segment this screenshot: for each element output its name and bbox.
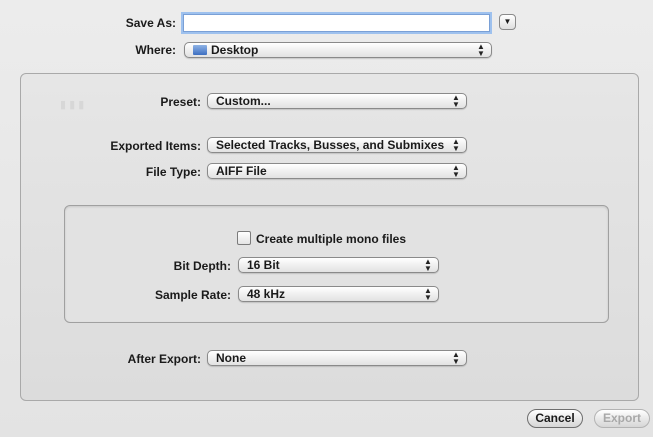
after-export-popup[interactable]: None ▲ ▼	[207, 350, 467, 366]
chevron-down-icon: ▼	[503, 17, 512, 26]
where-popup[interactable]: Desktop ▲ ▼	[184, 42, 492, 58]
save-as-input[interactable]	[183, 14, 490, 32]
popup-arrows-icon: ▲ ▼	[452, 93, 460, 109]
export-sheet: Save As: ▼ Where: Desktop ▲ ▼ ▮ ▮ ▮ Prese…	[0, 0, 653, 437]
preset-label: Preset:	[160, 95, 201, 109]
file-type-value: AIFF File	[216, 164, 267, 178]
folder-icon	[193, 45, 207, 55]
bit-depth-popup[interactable]: 16 Bit ▲ ▼	[238, 257, 439, 273]
after-export-value: None	[216, 351, 246, 365]
sample-rate-value: 48 kHz	[247, 287, 286, 301]
background-ghost: ▮ ▮ ▮	[60, 99, 85, 111]
after-export-label: After Export:	[127, 352, 201, 366]
bit-depth-value: 16 Bit	[247, 258, 280, 272]
where-label: Where:	[135, 43, 176, 57]
popup-arrows-icon: ▲ ▼	[452, 137, 460, 153]
exported-items-label: Exported Items:	[110, 139, 201, 153]
save-as-label: Save As:	[125, 16, 176, 30]
popup-arrows-icon: ▲ ▼	[424, 257, 432, 273]
preset-popup[interactable]: Custom... ▲ ▼	[207, 93, 467, 109]
popup-arrows-icon: ▲ ▼	[452, 350, 460, 366]
popup-arrows-icon: ▲ ▼	[452, 163, 460, 179]
cancel-button[interactable]: Cancel	[527, 409, 583, 428]
where-value: Desktop	[211, 43, 259, 57]
exported-items-value: Selected Tracks, Busses, and Submixes	[216, 138, 445, 152]
file-type-label: File Type:	[145, 165, 201, 179]
bit-depth-label: Bit Depth:	[173, 259, 231, 273]
mono-files-label[interactable]: Create multiple mono files	[256, 232, 406, 246]
expand-browser-button[interactable]: ▼	[499, 14, 516, 30]
sample-rate-label: Sample Rate:	[154, 288, 231, 302]
preset-value: Custom...	[216, 94, 271, 108]
exported-items-popup[interactable]: Selected Tracks, Busses, and Submixes ▲ ▼	[207, 137, 467, 153]
export-button[interactable]: Export	[594, 409, 650, 428]
mono-files-checkbox[interactable]	[237, 231, 251, 245]
popup-arrows-icon: ▲ ▼	[477, 42, 485, 58]
file-type-popup[interactable]: AIFF File ▲ ▼	[207, 163, 467, 179]
popup-arrows-icon: ▲ ▼	[424, 286, 432, 302]
sample-rate-popup[interactable]: 48 kHz ▲ ▼	[238, 286, 439, 302]
